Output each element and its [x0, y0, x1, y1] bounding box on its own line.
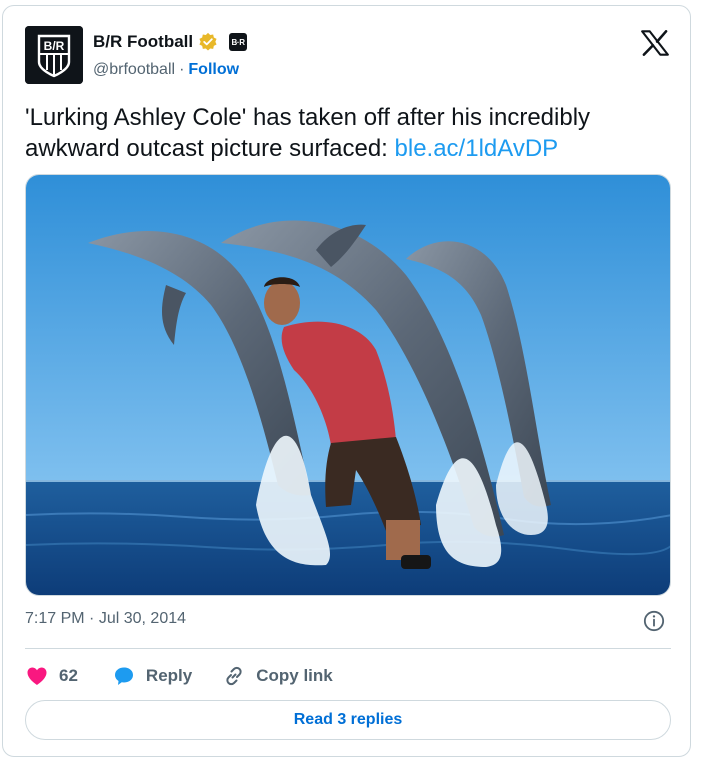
follow-link[interactable]: Follow	[188, 61, 239, 79]
name-row: B/R Football B·R	[93, 32, 248, 52]
br-logo-icon: B/R	[25, 26, 83, 84]
handle-separator: ·	[179, 61, 185, 78]
copy-link-label: Copy link	[256, 666, 333, 685]
x-logo-icon[interactable]	[641, 30, 669, 56]
read-replies-button[interactable]: Read 3 replies	[25, 700, 671, 740]
tweet-date: Jul 30, 2014	[98, 610, 187, 627]
handle[interactable]: @brfootball	[93, 61, 175, 79]
tweet-link[interactable]: ble.ac/1ldAvDP	[395, 135, 559, 162]
copy-link-button[interactable]: Copy link	[222, 664, 333, 688]
tweet-meta[interactable]: 7:17 PM · Jul 30, 2014	[25, 610, 186, 628]
like-button[interactable]: 62	[25, 664, 78, 688]
reply-bubble-icon	[114, 667, 133, 685]
handle-row: @brfootball · Follow	[93, 61, 239, 79]
tweet-media[interactable]	[25, 174, 671, 596]
read-replies-label: Read 3 replies	[293, 711, 403, 728]
affiliate-badge-icon: B·R	[229, 33, 248, 51]
reply-label: Reply	[145, 666, 193, 685]
tweet-card: B/R B/R Football B·R @brfootball · Follo…	[2, 5, 691, 757]
link-icon	[226, 666, 242, 686]
tweet-text: 'Lurking Ashley Cole' has taken off afte…	[25, 102, 673, 164]
heart-icon	[27, 667, 47, 685]
reply-button[interactable]: Reply	[112, 664, 192, 688]
meta-separator: ·	[89, 610, 95, 627]
tweet-header: B/R B/R Football B·R @brfootball · Follo…	[25, 26, 673, 86]
display-name[interactable]: B/R Football	[93, 32, 193, 52]
dolphins-photo	[26, 175, 670, 595]
verified-badge-icon	[199, 32, 217, 51]
avatar-text: B/R	[44, 39, 65, 53]
action-bar: 62 Reply Copy link	[25, 660, 333, 692]
divider	[25, 648, 671, 649]
tweet-time: 7:17 PM	[25, 610, 85, 627]
avatar[interactable]: B/R	[25, 26, 83, 84]
info-icon[interactable]	[643, 610, 665, 632]
like-count: 62	[59, 666, 78, 685]
